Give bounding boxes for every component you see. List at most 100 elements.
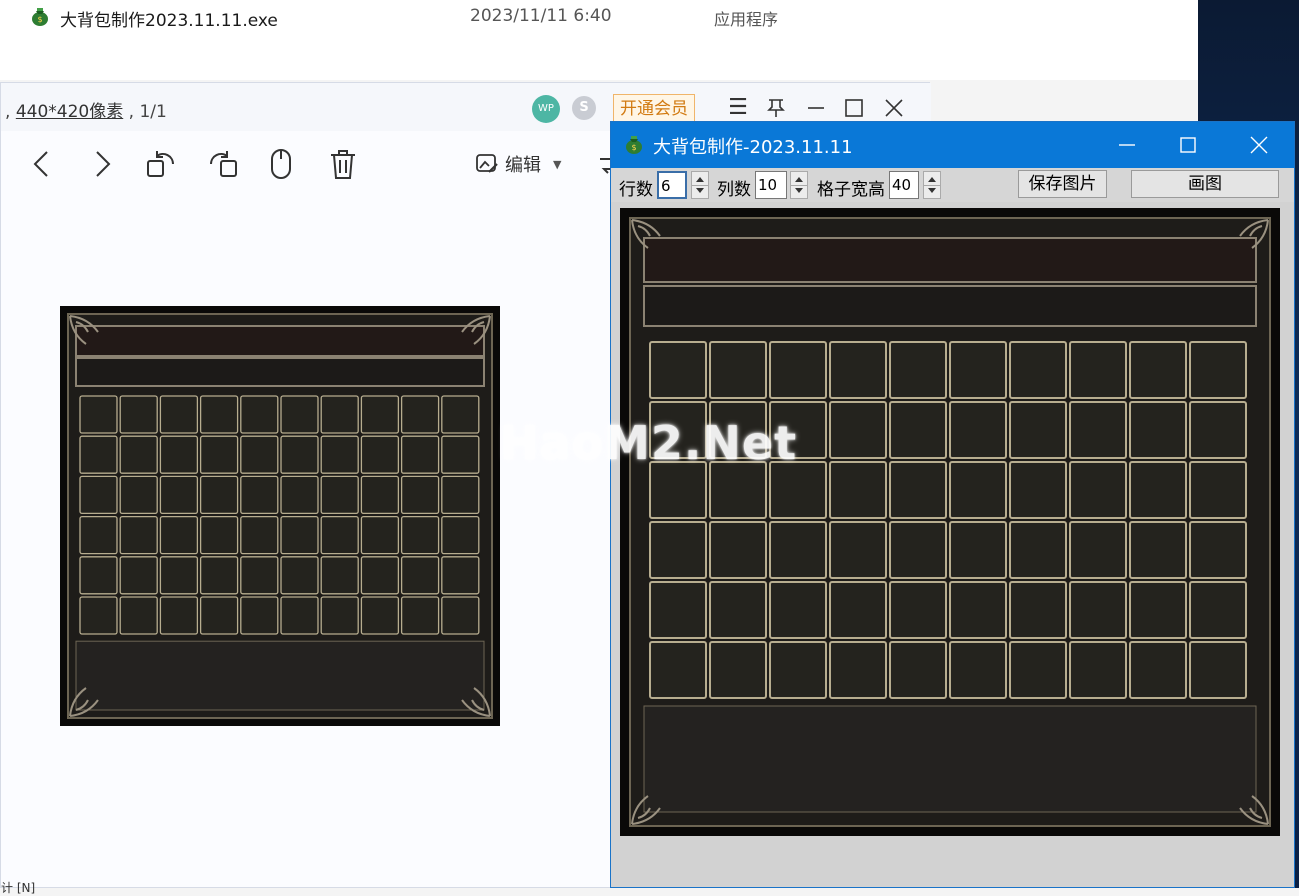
bag-cell	[441, 515, 480, 555]
draw-button[interactable]: 画图	[1131, 170, 1279, 198]
rows-spinner[interactable]	[691, 171, 709, 199]
bag-cell	[320, 395, 359, 434]
wp-avatar-icon[interactable]: WP	[532, 95, 560, 123]
previous-icon[interactable]	[25, 147, 59, 181]
bag-cell	[1129, 641, 1187, 699]
bag-cell	[159, 435, 199, 474]
bag-cell	[949, 641, 1007, 699]
edit-button[interactable]: 编辑 ▼	[475, 149, 561, 179]
bag-cell	[360, 556, 400, 595]
svg-text:$: $	[37, 15, 42, 24]
next-icon[interactable]	[85, 147, 119, 181]
bag-cell	[1009, 521, 1067, 579]
bag-cell	[1069, 341, 1127, 399]
bag-cell	[360, 515, 400, 555]
bag-cell	[400, 395, 440, 434]
bag-cell	[360, 475, 400, 515]
bag-cell	[1069, 581, 1127, 639]
bag-maker-window: $ 大背包制作-2023.11.11 行数 6 列数 10 格子宽高 40 保存…	[610, 121, 1295, 888]
maximize-icon[interactable]	[1168, 130, 1208, 160]
cols-input[interactable]: 10	[755, 171, 787, 199]
bag-cell	[240, 596, 279, 635]
info-separator: ,	[123, 102, 140, 122]
bag-cell	[1069, 401, 1127, 459]
minimize-icon[interactable]	[801, 93, 831, 123]
bag-cell	[1009, 581, 1067, 639]
bag-cell	[400, 435, 440, 474]
cols-label: 列数	[717, 180, 751, 200]
bag-cell	[320, 596, 359, 635]
bag-cell	[441, 556, 480, 595]
bag-cell	[889, 521, 947, 579]
delete-icon[interactable]	[326, 147, 360, 181]
bag-cell	[709, 461, 767, 519]
bag-cell	[79, 475, 118, 515]
rotate-left-icon[interactable]	[145, 147, 179, 181]
bag-cell	[889, 461, 947, 519]
bag-cell	[649, 521, 707, 579]
bag-cell	[949, 521, 1007, 579]
bag-cell	[769, 461, 827, 519]
bag-cell	[769, 341, 827, 399]
money-bag-icon: $	[32, 8, 48, 26]
bag-cell	[159, 596, 199, 635]
bag-cell	[949, 341, 1007, 399]
bag-cell	[400, 515, 440, 555]
bag-cell	[280, 515, 319, 555]
bag-cell	[240, 435, 279, 474]
bag-cell	[1189, 401, 1247, 459]
bag-cell	[79, 596, 118, 635]
bag-cell	[1009, 641, 1067, 699]
bag-cell	[400, 596, 440, 635]
bag-cell	[649, 461, 707, 519]
bag-cell	[320, 435, 359, 474]
save-image-button[interactable]: 保存图片	[1018, 170, 1107, 198]
bag-cell	[119, 515, 158, 555]
cell-size-spinner[interactable]	[923, 171, 941, 199]
bag-cell	[1069, 461, 1127, 519]
bag-cell	[949, 461, 1007, 519]
cell-size-input[interactable]: 40	[889, 171, 919, 199]
close-icon[interactable]	[1239, 130, 1279, 160]
bag-cell	[709, 641, 767, 699]
bag-cell	[240, 395, 279, 434]
bag-cell	[1189, 341, 1247, 399]
page-counter: 1/1	[139, 102, 167, 122]
image-dimensions[interactable]: 440*420像素	[16, 102, 123, 122]
pin-icon[interactable]	[761, 93, 791, 123]
bag-cell	[769, 521, 827, 579]
bag-cell	[709, 581, 767, 639]
tool-titlebar: $ 大背包制作-2023.11.11	[611, 122, 1294, 168]
bag-cell	[199, 596, 239, 635]
minimize-icon[interactable]	[1107, 130, 1147, 160]
file-type: 应用程序	[714, 10, 779, 29]
bag-cell	[159, 395, 199, 434]
menu-icon[interactable]: ☰	[723, 93, 753, 123]
bag-cell	[829, 581, 887, 639]
bag-cell	[1129, 581, 1187, 639]
cols-spinner[interactable]	[790, 171, 808, 199]
bag-cell	[829, 401, 887, 459]
maximize-icon[interactable]	[839, 93, 869, 123]
bag-cell	[320, 475, 359, 515]
bag-cell	[280, 395, 319, 434]
explorer-empty-area	[785, 0, 1198, 80]
bag-cell	[79, 556, 118, 595]
vip-button[interactable]: 开通会员	[613, 94, 695, 122]
close-icon[interactable]	[879, 93, 909, 123]
bag-cell	[360, 596, 400, 635]
rows-input[interactable]: 6	[657, 171, 687, 199]
sync-icon[interactable]: S	[572, 96, 596, 120]
bag-cell	[240, 556, 279, 595]
svg-text:$: $	[631, 143, 636, 152]
bag-cell	[280, 475, 319, 515]
bag-cell	[441, 596, 480, 635]
bag-cell	[79, 395, 118, 434]
bag-cell	[649, 581, 707, 639]
file-row[interactable]: $ 大背包制作2023.11.11.exe 2023/11/11 6:40 应用…	[0, 0, 785, 34]
rotate-right-icon[interactable]	[205, 147, 239, 181]
bag-cell	[119, 596, 158, 635]
bag-cell	[79, 515, 118, 555]
mouse-icon[interactable]	[264, 147, 298, 181]
bag-cell	[159, 515, 199, 555]
